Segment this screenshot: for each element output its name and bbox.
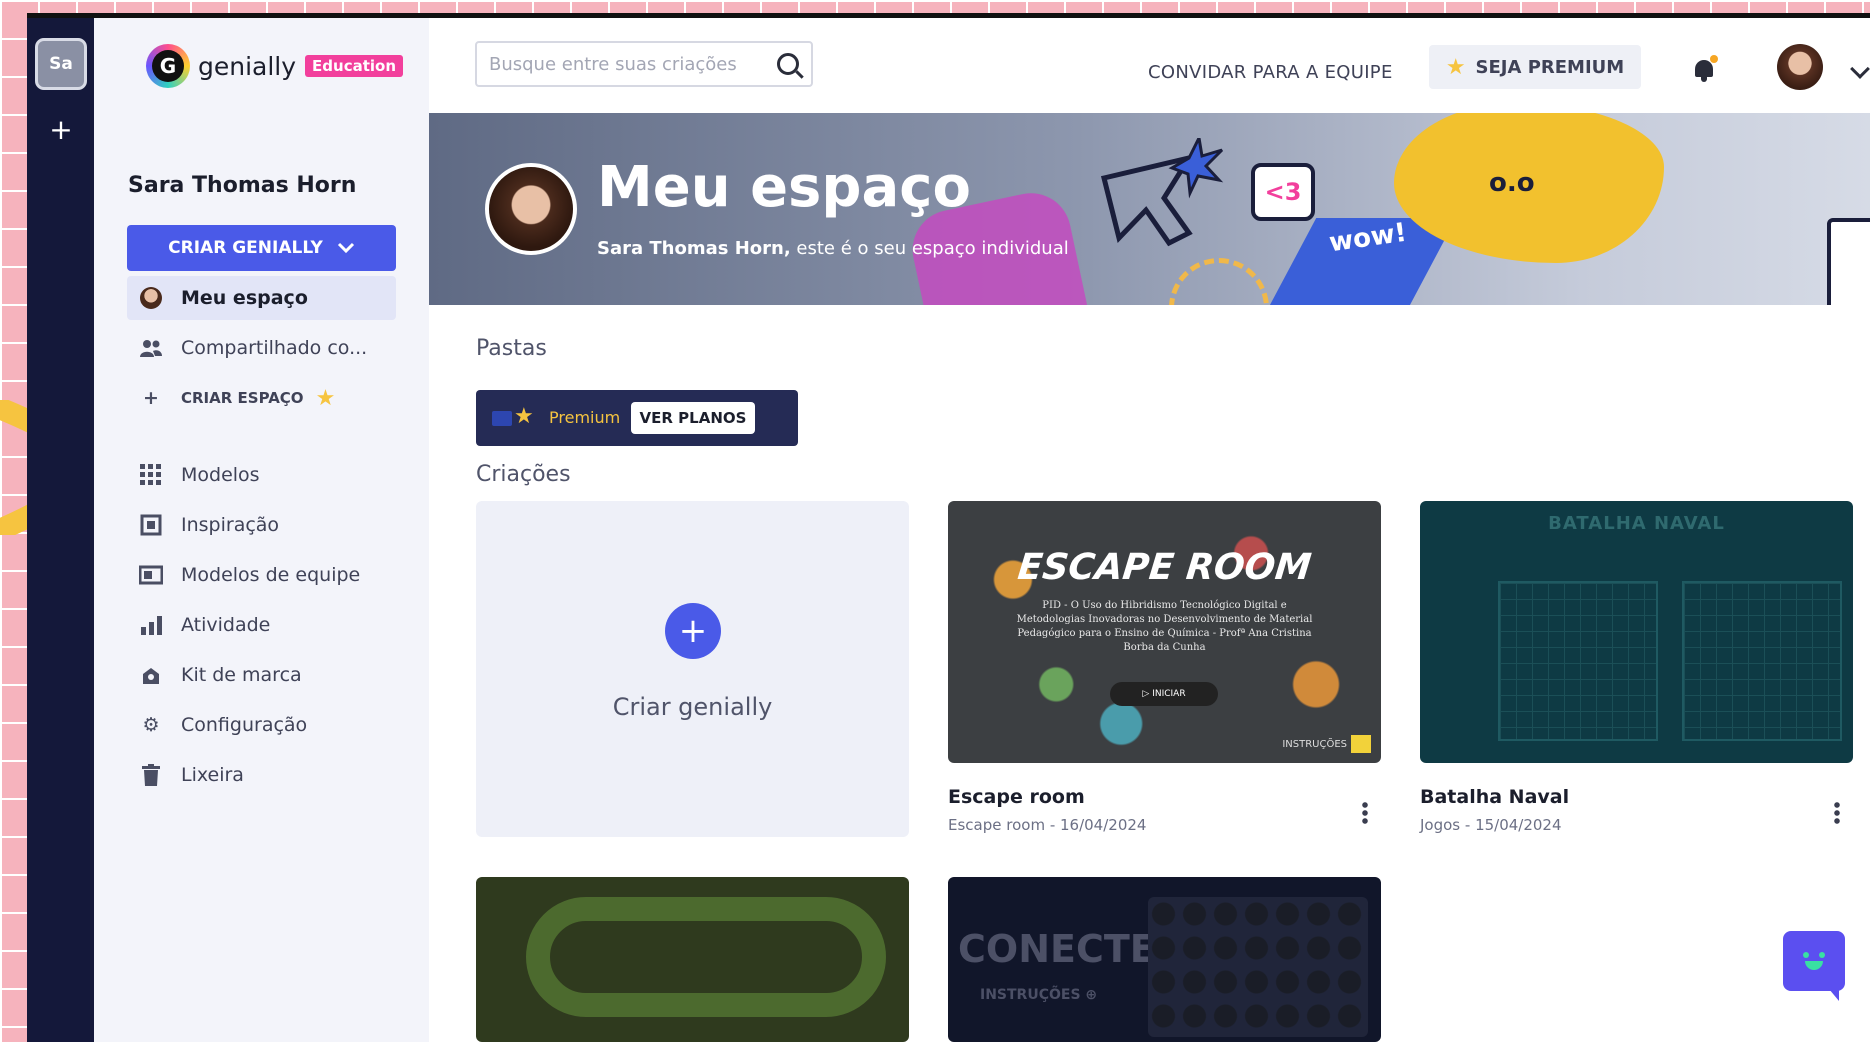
premium-label: Premium — [549, 408, 621, 427]
sidebar-item-trash[interactable]: Lixeira — [127, 753, 396, 797]
user-name: Sara Thomas Horn — [128, 173, 357, 198]
brand-kit-icon — [137, 663, 165, 687]
create-genially-button[interactable]: CRIAR GENIALLY — [127, 225, 396, 271]
be-premium-button[interactable]: ★ SEJA PREMIUM — [1429, 45, 1641, 89]
chevron-down-icon[interactable] — [1850, 59, 1870, 79]
creations-title: Criações — [476, 462, 571, 487]
notifications-bell-icon[interactable] — [1693, 55, 1718, 82]
face-decoration: o.o — [1489, 168, 1535, 198]
chevron-down-icon — [337, 242, 354, 254]
snake-path-graphic — [526, 897, 886, 1017]
team-templates-icon — [137, 563, 165, 587]
search-input[interactable]: Busque entre suas criações — [475, 41, 813, 87]
space-banner: <3 wow! o.o Meu espaço Sara Thomas Horn,… — [429, 113, 1870, 305]
sidebar-item-templates[interactable]: Modelos — [127, 453, 396, 497]
sidebar-item-label: Modelos — [181, 464, 260, 486]
sidebar-item-brand-kit[interactable]: Kit de marca — [127, 653, 396, 697]
search-placeholder: Busque entre suas criações — [489, 53, 737, 75]
plus-icon: + — [143, 387, 159, 409]
sidebar-item-label: CRIAR ESPAÇO — [181, 389, 304, 407]
logo-text: genially — [198, 51, 297, 81]
folders-title: Pastas — [476, 336, 547, 361]
dashed-ring-decoration — [1169, 258, 1269, 305]
sidebar-item-label: Atividade — [181, 614, 271, 636]
banner-avatar — [485, 163, 577, 255]
search-icon[interactable] — [777, 53, 799, 75]
subtitle-name: Sara Thomas Horn, — [597, 238, 791, 259]
sidebar-item-team-templates[interactable]: Modelos de equipe — [127, 553, 396, 597]
sidebar-item-inspiration[interactable]: Inspiração — [127, 503, 396, 547]
plus-icon: + — [665, 603, 721, 659]
sidebar-item-activity[interactable]: Atividade — [127, 603, 396, 647]
see-plans-button[interactable]: VER PLANOS — [631, 402, 755, 434]
notification-dot — [1710, 55, 1718, 63]
workspace-badge[interactable]: Sa — [35, 38, 87, 90]
escape-room-thumb-title: ESCAPE ROOM — [1015, 547, 1314, 588]
escape-room-instructions: INSTRUÇÕES — [1282, 735, 1371, 753]
connect-four-instructions: INSTRUÇÕES ⊕ — [980, 987, 1098, 1003]
sidebar-item-label: Kit de marca — [181, 664, 302, 686]
sidebar-item-label: Compartilhado co... — [181, 337, 368, 359]
battleship-thumb-title: BATALHA NAVAL — [1548, 513, 1725, 534]
creation-meta: Jogos - 15/04/2024 — [1420, 816, 1562, 834]
folder-icon — [492, 411, 512, 426]
star-icon: ★ — [1445, 54, 1466, 80]
escape-room-start-button: ▷ INICIAR — [1110, 682, 1218, 706]
battleship-thumbnail[interactable]: BATALHA NAVAL — [1420, 501, 1853, 763]
sidebar-item-label: Configuração — [181, 714, 308, 736]
chat-support-icon[interactable] — [1783, 931, 1845, 1001]
escape-room-thumbnail[interactable]: ESCAPE ROOM PID - O Uso do Hibridismo Te… — [948, 501, 1381, 763]
genially-logo[interactable]: G genially Education — [146, 44, 404, 88]
creation-title[interactable]: Batalha Naval — [1420, 786, 1569, 808]
create-genially-card[interactable]: + Criar genially — [476, 501, 909, 837]
sidebar-item-create-space[interactable]: + CRIAR ESPAÇO ★ — [127, 376, 396, 420]
more-options-icon[interactable] — [1362, 801, 1368, 825]
people-icon — [137, 336, 165, 360]
battleship-grid-left — [1498, 581, 1658, 741]
subtitle-text: este é o seu espaço individual — [790, 238, 1069, 259]
more-options-icon[interactable] — [1834, 801, 1840, 825]
sidebar-item-label: Modelos de equipe — [181, 564, 361, 586]
page-title: Meu espaço — [597, 155, 971, 220]
add-workspace-icon[interactable]: + — [44, 112, 78, 146]
invite-team-link[interactable]: CONVIDAR PARA A EQUIPE — [1148, 62, 1393, 83]
sidebar-item-shared[interactable]: Compartilhado co... — [127, 326, 396, 370]
education-badge: Education — [305, 55, 404, 77]
snake-game-thumbnail[interactable] — [476, 877, 909, 1042]
app-window: Sa + G genially Education Sara Thomas Ho… — [27, 13, 1870, 1042]
sidebar-item-label: Meu espaço — [181, 287, 308, 309]
heart-bubble-decoration: <3 — [1251, 163, 1315, 221]
star-icon: ★ — [315, 385, 336, 411]
create-genially-card-label: Criar genially — [612, 693, 773, 721]
sidebar-item-label: Lixeira — [181, 764, 244, 786]
trash-icon — [137, 763, 165, 787]
cursor-decoration — [1100, 138, 1224, 247]
window-decoration — [1827, 218, 1870, 305]
sidebar-item-settings[interactable]: ⚙ Configuração — [127, 703, 396, 747]
grid-icon — [137, 463, 165, 487]
workspace-rail: Sa + — [27, 18, 94, 1042]
connect-four-thumbnail[interactable]: CONECTE 4 INSTRUÇÕES ⊕ — [948, 877, 1381, 1042]
creation-title[interactable]: Escape room — [948, 786, 1085, 808]
user-avatar[interactable] — [1777, 44, 1823, 90]
sidebar-item-label: Inspiração — [181, 514, 280, 536]
logo-icon: G — [146, 44, 190, 88]
top-header: Busque entre suas criações CONVIDAR PARA… — [429, 18, 1870, 113]
connect-four-board — [1148, 897, 1368, 1037]
create-genially-label: CRIAR GENIALLY — [168, 238, 323, 258]
creation-meta: Escape room - 16/04/2024 — [948, 816, 1147, 834]
premium-folder-card[interactable]: ★ Premium VER PLANOS — [476, 390, 798, 446]
sidebar: G genially Education Sara Thomas Horn CR… — [94, 18, 429, 1042]
inspiration-icon — [137, 513, 165, 537]
avatar — [137, 286, 165, 310]
page-subtitle: Sara Thomas Horn, este é o seu espaço in… — [597, 238, 1069, 259]
be-premium-label: SEJA PREMIUM — [1475, 56, 1625, 78]
gear-icon: ⚙ — [142, 714, 160, 736]
escape-room-thumb-subtitle: PID - O Uso do Hibridismo Tecnológico Di… — [1016, 600, 1313, 653]
star-icon: ★ — [514, 404, 534, 429]
battleship-grid-right — [1682, 581, 1842, 741]
sidebar-item-my-space[interactable]: Meu espaço — [127, 276, 396, 320]
bar-chart-icon — [137, 613, 165, 637]
